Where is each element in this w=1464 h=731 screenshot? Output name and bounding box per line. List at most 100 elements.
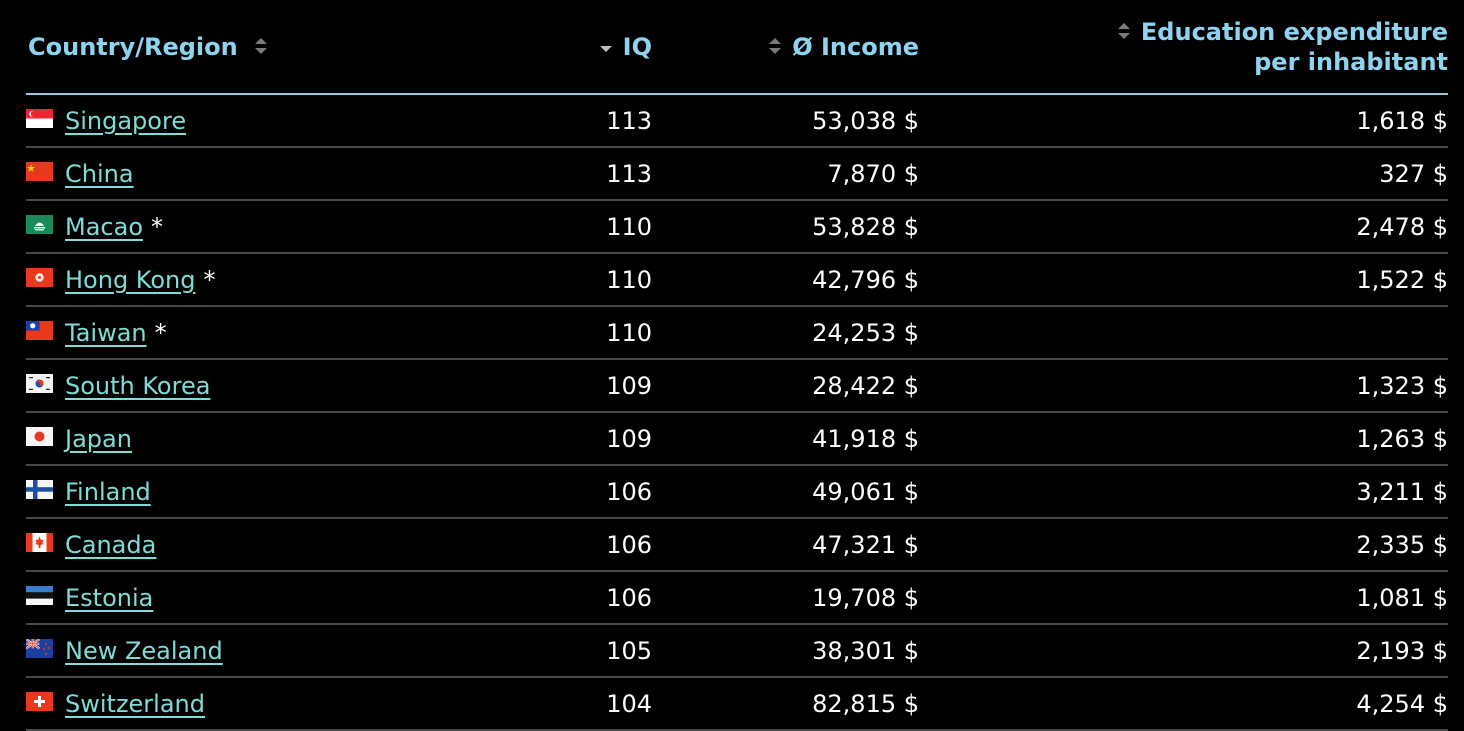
table-row: Hong Kong * 110 42,796 $ 1,522 $ [26,253,1448,307]
cell-iq: 109 [566,359,652,413]
sort-descending-icon[interactable] [599,36,613,56]
cell-education-expenditure: 327 $ [919,147,1448,201]
column-header-education-line1: Education expenditure [1140,17,1448,46]
table-header-row: Country/Region IQ Ø Income Education exp… [26,0,1448,95]
cell-country: Finland [26,465,566,519]
footnote-marker: * [203,265,216,294]
singapore-flag-icon [26,109,53,128]
country-link[interactable]: Estonia [65,584,153,612]
sort-both-icon[interactable] [254,36,268,56]
china-flag-icon [26,162,53,181]
cell-iq: 106 [566,518,652,572]
country-link[interactable]: Hong Kong [65,266,195,294]
column-header-iq-label: IQ [622,32,652,61]
country-link[interactable]: China [65,160,134,188]
cell-education-expenditure: 2,193 $ [919,624,1448,678]
estonia-flag-icon [26,586,53,605]
ranking-table-container: Country/Region IQ Ø Income Education exp… [26,0,1448,731]
country-link[interactable]: Switzerland [65,690,205,718]
cell-iq: 109 [566,412,652,466]
country-link[interactable]: Canada [65,531,156,559]
cell-education-expenditure: 1,618 $ [919,94,1448,148]
switzerland-flag-icon [26,692,53,711]
south-korea-flag-icon [26,374,53,393]
cell-iq: 110 [566,200,652,254]
cell-income: 47,321 $ [652,518,919,572]
table-row: Switzerland 104 82,815 $ 4,254 $ [26,677,1448,731]
cell-education-expenditure: 4,254 $ [919,677,1448,731]
cell-iq: 110 [566,306,652,360]
cell-education-expenditure: 1,522 $ [919,253,1448,307]
ranking-table: Country/Region IQ Ø Income Education exp… [26,0,1448,731]
country-link[interactable]: South Korea [65,372,210,400]
cell-income: 53,038 $ [652,94,919,148]
cell-country: Estonia [26,571,566,625]
cell-education-expenditure: 3,211 $ [919,465,1448,519]
cell-country: Hong Kong * [26,253,566,307]
cell-country: South Korea [26,359,566,413]
column-header-education-line2: per inhabitant [1254,47,1448,76]
column-header-education[interactable]: Education expenditure per inhabitant [919,0,1448,95]
cell-country: Taiwan * [26,306,566,360]
footnote-marker: * [154,318,167,347]
country-link[interactable]: Taiwan [65,319,147,347]
cell-country: Canada [26,518,566,572]
finland-flag-icon [26,480,53,499]
country-link[interactable]: Macao [65,213,143,241]
cell-education-expenditure: 2,335 $ [919,518,1448,572]
cell-income: 28,422 $ [652,359,919,413]
cell-iq: 105 [566,624,652,678]
cell-income: 24,253 $ [652,306,919,360]
cell-education-expenditure: 1,081 $ [919,571,1448,625]
cell-iq: 113 [566,147,652,201]
cell-country: Singapore [26,94,566,148]
table-row: South Korea 109 28,422 $ 1,323 $ [26,359,1448,413]
column-header-income[interactable]: Ø Income [652,0,919,95]
hong-kong-flag-icon [26,268,53,287]
table-row: Finland 106 49,061 $ 3,211 $ [26,465,1448,519]
cell-country: Macao * [26,200,566,254]
cell-country: Japan [26,412,566,466]
cell-iq: 106 [566,465,652,519]
cell-income: 19,708 $ [652,571,919,625]
table-row: China 113 7,870 $ 327 $ [26,147,1448,201]
cell-country: New Zealand [26,624,566,678]
cell-country: Switzerland [26,677,566,731]
new-zealand-flag-icon [26,639,53,658]
cell-income: 41,918 $ [652,412,919,466]
japan-flag-icon [26,427,53,446]
table-row: Macao * 110 53,828 $ 2,478 $ [26,200,1448,254]
country-link[interactable]: Finland [65,478,151,506]
cell-income: 53,828 $ [652,200,919,254]
column-header-country-label: Country/Region [28,32,238,61]
sort-both-icon[interactable] [768,36,782,56]
cell-income: 42,796 $ [652,253,919,307]
table-body: Singapore 113 53,038 $ 1,618 $ China 113… [26,94,1448,731]
sort-both-icon[interactable] [1117,21,1131,41]
table-row: Singapore 113 53,038 $ 1,618 $ [26,94,1448,148]
canada-flag-icon [26,533,53,552]
country-link[interactable]: New Zealand [65,637,223,665]
taiwan-flag-icon [26,321,53,340]
cell-income: 82,815 $ [652,677,919,731]
column-header-education-label: Education expenditure per inhabitant [1117,17,1448,77]
column-header-iq[interactable]: IQ [566,0,652,95]
table-row: New Zealand 105 38,301 $ 2,193 $ [26,624,1448,678]
country-link[interactable]: Singapore [65,107,186,135]
column-header-country[interactable]: Country/Region [26,0,566,95]
cell-iq: 106 [566,571,652,625]
cell-income: 7,870 $ [652,147,919,201]
table-row: Taiwan * 110 24,253 $ [26,306,1448,360]
table-row: Japan 109 41,918 $ 1,263 $ [26,412,1448,466]
cell-education-expenditure: 2,478 $ [919,200,1448,254]
cell-country: China [26,147,566,201]
table-row: Canada 106 47,321 $ 2,335 $ [26,518,1448,572]
country-link[interactable]: Japan [65,425,132,453]
cell-iq: 104 [566,677,652,731]
footnote-marker: * [151,212,163,241]
cell-iq: 110 [566,253,652,307]
cell-education-expenditure: 1,323 $ [919,359,1448,413]
macao-flag-icon [26,215,53,234]
column-header-income-label: Ø Income [792,32,919,61]
cell-iq: 113 [566,94,652,148]
